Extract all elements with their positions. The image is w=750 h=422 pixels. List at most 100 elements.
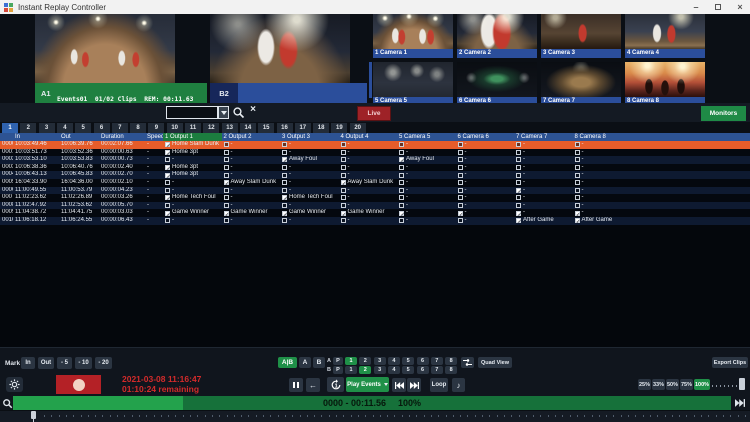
event-checkbox[interactable] bbox=[575, 218, 580, 223]
maximize-icon[interactable] bbox=[710, 0, 726, 14]
event-cell-channel-1[interactable]: Game Winner bbox=[163, 209, 222, 217]
table-row-0006[interactable]: 000611:00:49.5511:00:53.7900:00:04.23---… bbox=[0, 187, 750, 195]
event-checkbox[interactable] bbox=[458, 165, 463, 170]
event-checkbox[interactable] bbox=[399, 203, 404, 208]
event-cell-channel-5[interactable]: - bbox=[397, 171, 456, 179]
event-checkbox[interactable] bbox=[165, 211, 170, 216]
event-cell-channel-7[interactable]: - bbox=[514, 187, 573, 195]
header-7-camera-7[interactable]: 7 Camera 7 bbox=[514, 133, 573, 142]
event-cell-channel-2[interactable]: Game Winner bbox=[222, 209, 281, 217]
event-checkbox[interactable] bbox=[458, 195, 463, 200]
mark-out-button[interactable]: Out bbox=[38, 357, 54, 369]
event-cell-channel-6[interactable]: - bbox=[456, 179, 515, 187]
event-cell-channel-4[interactable]: - bbox=[339, 164, 398, 172]
table-row-0000[interactable]: 000010:03:49.4610:06:39.7600:02:07.66-Ho… bbox=[0, 141, 750, 149]
bank-a-camera-2[interactable]: 2 bbox=[359, 357, 371, 365]
tab-5[interactable]: 5 bbox=[75, 123, 91, 133]
event-cell-channel-6[interactable]: - bbox=[456, 149, 515, 157]
event-checkbox[interactable] bbox=[341, 195, 346, 200]
event-checkbox[interactable] bbox=[165, 150, 170, 155]
event-checkbox[interactable] bbox=[516, 180, 521, 185]
tab-14[interactable]: 14 bbox=[240, 123, 256, 133]
event-cell-channel-7[interactable]: - bbox=[514, 209, 573, 217]
event-cell-channel-3[interactable]: - bbox=[280, 141, 339, 149]
event-cell-channel-5[interactable]: - bbox=[397, 217, 456, 225]
event-cell-channel-4[interactable]: - bbox=[339, 194, 398, 202]
tab-12[interactable]: 12 bbox=[203, 123, 219, 133]
audio-button[interactable]: ♪ bbox=[452, 378, 465, 392]
header-duration[interactable]: Duration bbox=[99, 133, 145, 142]
bank-a-camera-1[interactable]: 1 bbox=[345, 357, 357, 365]
event-checkbox[interactable] bbox=[516, 188, 521, 193]
event-cell-channel-8[interactable]: - bbox=[573, 179, 632, 187]
event-checkbox[interactable] bbox=[224, 142, 229, 147]
event-cell-channel-6[interactable]: - bbox=[456, 164, 515, 172]
header-out[interactable]: Out bbox=[59, 133, 99, 142]
event-cell-channel-8[interactable]: After Game bbox=[573, 217, 632, 225]
event-checkbox[interactable] bbox=[399, 195, 404, 200]
event-checkbox[interactable] bbox=[575, 203, 580, 208]
table-row-0002[interactable]: 000210:03:53.1010:03:53.8300:00:00.73---… bbox=[0, 156, 750, 164]
event-cell-channel-3[interactable]: - bbox=[280, 202, 339, 210]
event-checkbox[interactable] bbox=[282, 180, 287, 185]
event-checkbox[interactable] bbox=[575, 157, 580, 162]
event-cell-channel-4[interactable]: - bbox=[339, 141, 398, 149]
swap-ab-button[interactable] bbox=[461, 357, 474, 368]
camera-thumbnail-3[interactable] bbox=[541, 14, 621, 49]
header-2-output-2[interactable]: 2 Output 2 bbox=[222, 133, 281, 142]
table-row-0003[interactable]: 000310:06:38.3610:06:40.7600:00:02.40-Ho… bbox=[0, 164, 750, 172]
pause-button[interactable] bbox=[289, 378, 303, 392]
event-checkbox[interactable] bbox=[224, 165, 229, 170]
event-cell-channel-3[interactable]: Game Winner bbox=[280, 209, 339, 217]
event-checkbox[interactable] bbox=[341, 173, 346, 178]
event-cell-channel-2[interactable]: - bbox=[222, 217, 281, 225]
close-icon[interactable]: × bbox=[732, 0, 748, 14]
loop-button[interactable]: Loop bbox=[430, 378, 448, 392]
minus-10-button[interactable]: - 10 bbox=[75, 357, 92, 369]
event-checkbox[interactable] bbox=[341, 142, 346, 147]
event-cell-channel-8[interactable]: - bbox=[573, 149, 632, 157]
event-cell-channel-4[interactable]: - bbox=[339, 156, 398, 164]
event-cell-channel-1[interactable]: - bbox=[163, 179, 222, 187]
header-1-output-1[interactable]: 1 Output 1 bbox=[163, 133, 222, 142]
event-checkbox[interactable] bbox=[516, 157, 521, 162]
event-checkbox[interactable] bbox=[458, 150, 463, 155]
tab-17[interactable]: 17 bbox=[295, 123, 311, 133]
bank-b-camera-6[interactable]: 6 bbox=[417, 366, 429, 374]
bank-b-camera-1[interactable]: 1 bbox=[345, 366, 357, 374]
program-monitor-a[interactable] bbox=[35, 14, 175, 83]
speed-preset-25pct[interactable]: 25% bbox=[638, 379, 651, 390]
event-cell-channel-2[interactable]: - bbox=[222, 187, 281, 195]
event-checkbox[interactable] bbox=[399, 218, 404, 223]
event-checkbox[interactable] bbox=[516, 142, 521, 147]
table-row-0004[interactable]: 000410:06:43.1310:06:45.8300:00:02.70-Ho… bbox=[0, 171, 750, 179]
jump-back-button[interactable]: ← bbox=[306, 378, 320, 392]
event-checkbox[interactable] bbox=[224, 211, 229, 216]
event-cell-channel-2[interactable]: - bbox=[222, 156, 281, 164]
event-checkbox[interactable] bbox=[341, 188, 346, 193]
event-checkbox[interactable] bbox=[458, 203, 463, 208]
event-checkbox[interactable] bbox=[458, 188, 463, 193]
event-cell-channel-8[interactable]: - bbox=[573, 187, 632, 195]
bank-b-camera-7[interactable]: 7 bbox=[431, 366, 443, 374]
event-checkbox[interactable] bbox=[165, 142, 170, 147]
event-cell-channel-2[interactable]: Away Slam Dunk bbox=[222, 179, 281, 187]
event-checkbox[interactable] bbox=[458, 157, 463, 162]
tab-15[interactable]: 15 bbox=[258, 123, 274, 133]
event-cell-channel-7[interactable]: - bbox=[514, 156, 573, 164]
event-checkbox[interactable] bbox=[516, 218, 521, 223]
event-checkbox[interactable] bbox=[224, 188, 229, 193]
event-checkbox[interactable] bbox=[458, 218, 463, 223]
bank-b-preview-button[interactable]: P bbox=[333, 366, 343, 374]
channel-b-button[interactable]: B bbox=[313, 357, 325, 368]
event-checkbox[interactable] bbox=[458, 211, 463, 216]
export-clips-button[interactable]: Export Clips bbox=[712, 357, 748, 368]
event-cell-channel-8[interactable]: - bbox=[573, 141, 632, 149]
event-cell-channel-6[interactable]: - bbox=[456, 141, 515, 149]
play-events-button[interactable]: Play Events bbox=[346, 377, 389, 392]
event-checkbox[interactable] bbox=[165, 165, 170, 170]
table-row-0009[interactable]: 000911:04:38.7211:04:41.7500:00:03.03-Ga… bbox=[0, 209, 750, 217]
playback-progress-bar[interactable]: 0000 - 00:11.56 100% bbox=[13, 396, 731, 410]
speed-preset-75pct[interactable]: 75% bbox=[680, 379, 693, 390]
event-checkbox[interactable] bbox=[282, 211, 287, 216]
